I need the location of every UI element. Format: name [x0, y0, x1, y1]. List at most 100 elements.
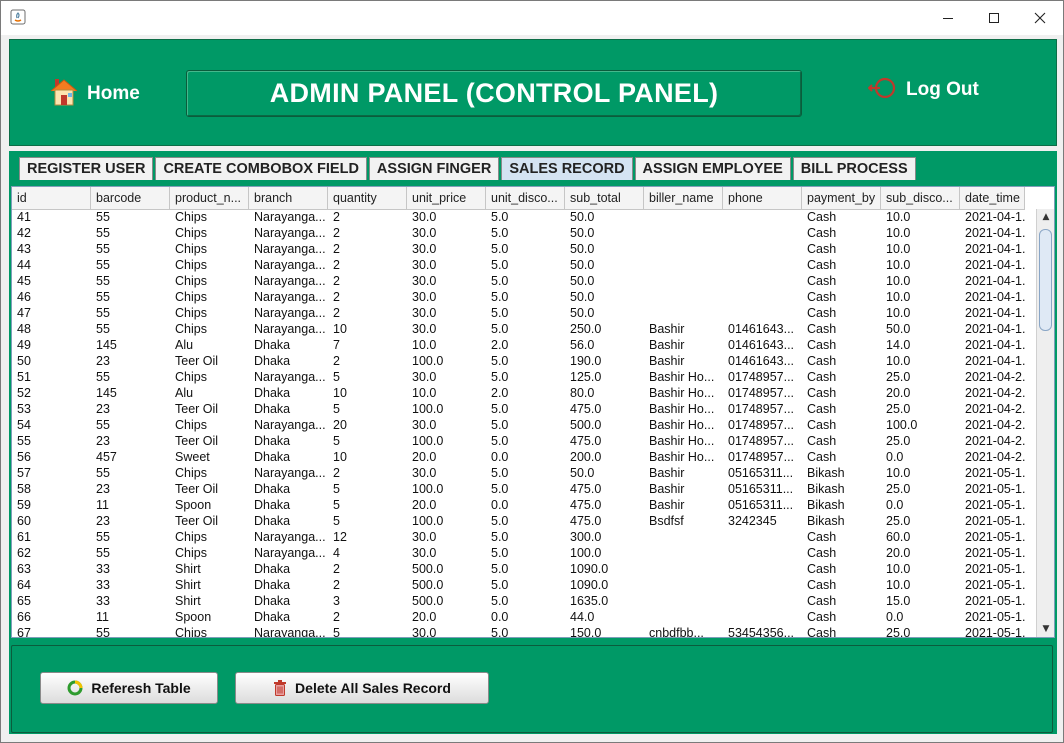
table-row[interactable]: 55 23 Teer Oil Dhaka 5 100.0 5.0 475.0 Bashir Ho… — [12, 433, 1025, 449]
scroll-thumb[interactable] — [1039, 229, 1052, 331]
maximize-icon — [989, 13, 999, 23]
column-header[interactable]: unit_price — [407, 187, 486, 209]
sales-record-table[interactable]: id barcode product_n... branch quantity unit_… — [11, 186, 1055, 638]
table-row[interactable]: 56 457 Sweet Dhaka 10 20.0 0.0 200.0 Bashir Ho..… — [12, 449, 1025, 465]
table-cell — [644, 273, 723, 289]
table-cell: Chips — [175, 626, 207, 638]
table-cell: 5.0 — [491, 306, 509, 320]
table-cell: Chips — [175, 418, 207, 432]
table-row[interactable]: 62 55 Chips Narayanga... 4 30.0 5.0 100.0 Cash 20… — [12, 545, 1025, 561]
tab-assign-employee[interactable]: ASSIGN EMPLOYEE — [634, 157, 791, 180]
column-header[interactable]: sub_total — [565, 187, 644, 209]
table-row[interactable]: 67 55 Chips Narayanga... 5 30.0 5.0 150.0 cnbdfb… — [12, 625, 1025, 638]
scroll-down-arrow-icon[interactable]: ▼ — [1037, 621, 1054, 637]
delete-all-sales-button[interactable]: Delete All Sales Record — [235, 672, 489, 704]
table-row[interactable]: 41 55 Chips Narayanga... 2 30.0 5.0 50.0 Cash 10.… — [12, 209, 1025, 225]
table-cell — [723, 529, 802, 545]
table-row[interactable]: 65 33 Shirt Dhaka 3 500.0 5.0 1635.0 Cash 15.0 202… — [12, 593, 1025, 609]
column-header[interactable]: id — [12, 187, 91, 209]
column-header[interactable]: payment_by — [802, 187, 881, 209]
table-cell: 54 — [17, 418, 31, 432]
minimize-icon — [943, 18, 953, 19]
title-bar[interactable] — [1, 1, 1063, 35]
table-cell: Chips — [175, 290, 207, 304]
table-row[interactable]: 61 55 Chips Narayanga... 12 30.0 5.0 300.0 Cash 6… — [12, 529, 1025, 545]
table-row[interactable]: 51 55 Chips Narayanga... 5 30.0 5.0 125.0 Bashir… — [12, 369, 1025, 385]
column-header[interactable]: branch — [249, 187, 328, 209]
table-cell: Alu — [175, 386, 194, 400]
table-row[interactable]: 44 55 Chips Narayanga... 2 30.0 5.0 50.0 Cash 10.… — [12, 257, 1025, 273]
table-cell: 10 — [333, 450, 347, 464]
tab-bill-process[interactable]: BILL PROCESS — [792, 157, 916, 180]
table-cell: Sweet — [175, 450, 210, 464]
table-cell: 100.0 — [570, 546, 602, 560]
table-row[interactable]: 43 55 Chips Narayanga... 2 30.0 5.0 50.0 Cash 10.… — [12, 241, 1025, 257]
table-row[interactable]: 66 11 Spoon Dhaka 2 20.0 0.0 44.0 Cash 0.0 2021-05… — [12, 609, 1025, 625]
home-link[interactable]: Home — [50, 77, 140, 111]
column-header[interactable]: unit_disco... — [486, 187, 565, 209]
column-header[interactable]: phone — [723, 187, 802, 209]
logout-link[interactable]: Log Out — [867, 76, 979, 104]
table-cell: Shirt — [175, 594, 201, 608]
table-cell: Dhaka — [254, 578, 291, 592]
table-row[interactable]: 47 55 Chips Narayanga... 2 30.0 5.0 50.0 Cash 10.… — [12, 305, 1025, 321]
table-cell: Cash — [807, 306, 837, 320]
column-header[interactable]: biller_name — [644, 187, 723, 209]
refresh-table-button[interactable]: Referesh Table — [40, 672, 218, 704]
close-icon — [1034, 12, 1046, 24]
column-header[interactable]: quantity — [328, 187, 407, 209]
table-row[interactable]: 48 55 Chips Narayanga... 10 30.0 5.0 250.0 Bashi… — [12, 321, 1025, 337]
tab-sales-record[interactable]: SALES RECORD — [501, 157, 633, 180]
table-cell: 5.0 — [491, 594, 509, 608]
table-cell: 44 — [17, 258, 31, 272]
table-cell — [644, 593, 723, 609]
table-cell: 05165311... — [728, 466, 794, 480]
close-button[interactable] — [1017, 1, 1063, 35]
table-cell: Bashir — [649, 338, 685, 352]
table-row[interactable]: 57 55 Chips Narayanga... 2 30.0 5.0 50.0 Bashir 0… — [12, 465, 1025, 481]
table-row[interactable]: 52 145 Alu Dhaka 10 10.0 2.0 80.0 Bashir Ho... 01… — [12, 385, 1025, 401]
table-row[interactable]: 46 55 Chips Narayanga... 2 30.0 5.0 50.0 Cash 10.… — [12, 289, 1025, 305]
tab-create-combobox-field[interactable]: CREATE COMBOBOX FIELD — [155, 157, 367, 180]
table-row[interactable]: 45 55 Chips Narayanga... 2 30.0 5.0 50.0 Cash 10.… — [12, 273, 1025, 289]
vertical-scrollbar[interactable]: ▲ ▼ — [1036, 209, 1054, 637]
table-row[interactable]: 53 23 Teer Oil Dhaka 5 100.0 5.0 475.0 Bashir Ho… — [12, 401, 1025, 417]
table-cell: Chips — [175, 306, 207, 320]
tab-assign-finger[interactable]: ASSIGN FINGER — [368, 157, 500, 180]
table-cell: 5.0 — [491, 482, 509, 496]
table-cell: Dhaka — [254, 434, 291, 448]
table-cell: 5.0 — [491, 402, 509, 416]
table-cell: Narayanga... — [254, 546, 326, 560]
table-cell: 2021-05-1... — [965, 482, 1025, 496]
minimize-button[interactable] — [925, 1, 971, 35]
table-cell: 48 — [17, 322, 31, 336]
table-row[interactable]: 50 23 Teer Oil Dhaka 2 100.0 5.0 190.0 Bashir 014… — [12, 353, 1025, 369]
table-row[interactable]: 59 11 Spoon Dhaka 5 20.0 0.0 475.0 Bashir 0516531… — [12, 497, 1025, 513]
table-row[interactable]: 58 23 Teer Oil Dhaka 5 100.0 5.0 475.0 Bashir 051… — [12, 481, 1025, 497]
table-cell: 2021-04-1... — [965, 322, 1025, 336]
table-cell: 25.0 — [886, 402, 911, 416]
table-cell: 0.0 — [491, 498, 509, 512]
table-cell: 42 — [17, 226, 31, 240]
column-header[interactable]: barcode — [91, 187, 170, 209]
column-header[interactable]: product_n... — [170, 187, 249, 209]
table-row[interactable]: 42 55 Chips Narayanga... 2 30.0 5.0 50.0 Cash 10.… — [12, 225, 1025, 241]
table-cell — [723, 593, 802, 609]
scroll-up-arrow-icon[interactable]: ▲ — [1037, 209, 1054, 225]
table-cell: 5.0 — [491, 354, 509, 368]
table-row[interactable]: 54 55 Chips Narayanga... 20 30.0 5.0 500.0 Bashi… — [12, 417, 1025, 433]
table-cell — [644, 545, 723, 561]
table-cell: 55 — [96, 322, 110, 336]
table-cell: Narayanga... — [254, 210, 326, 224]
table-cell: Dhaka — [254, 386, 291, 400]
column-header[interactable]: sub_disco... — [881, 187, 960, 209]
table-row[interactable]: 63 33 Shirt Dhaka 2 500.0 5.0 1090.0 Cash 10.0 202… — [12, 561, 1025, 577]
table-row[interactable]: 64 33 Shirt Dhaka 2 500.0 5.0 1090.0 Cash 10.0 202… — [12, 577, 1025, 593]
table-cell: 30.0 — [412, 258, 437, 272]
table-row[interactable]: 60 23 Teer Oil Dhaka 5 100.0 5.0 475.0 Bsdfsf 324… — [12, 513, 1025, 529]
column-header[interactable]: date_time — [960, 187, 1025, 209]
tab-register-user[interactable]: REGISTER USER — [19, 157, 154, 180]
table-row[interactable]: 49 145 Alu Dhaka 7 10.0 2.0 56.0 Bashir 01461643.… — [12, 337, 1025, 353]
maximize-button[interactable] — [971, 1, 1017, 35]
table-cell: 10.0 — [886, 210, 911, 224]
